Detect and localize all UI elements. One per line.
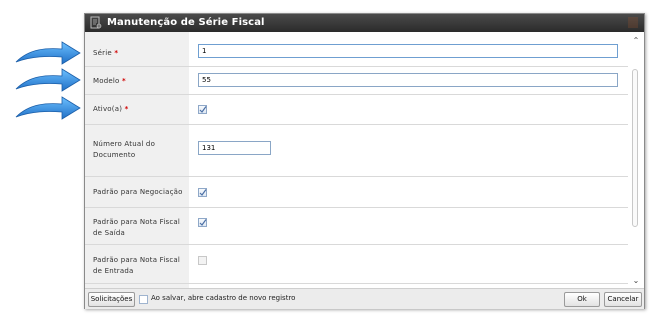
document-icon [90,16,102,29]
chevron-up-icon[interactable]: ⌃ [631,36,641,46]
padrao-negociacao-label: Padrão para Negociação [93,188,183,196]
checkmark-icon [199,189,207,196]
ativo-checkbox[interactable] [198,105,207,114]
serie-label: Série * [93,49,119,57]
numero-atual-input[interactable]: 131 [198,141,271,155]
novo-registro-checkbox[interactable] [139,295,148,304]
padrao-nf-saida-label: Padrão para Nota Fiscal de Saída [93,218,181,237]
pointer-arrow-icon [15,68,81,92]
row-numero-atual: Número Atual do Documento 131 [85,125,628,177]
form-area: Série * 1 Modelo * 55 Ativo(a) * Número … [85,32,644,288]
checkmark-icon [199,219,207,226]
required-mark: * [114,49,119,57]
chevron-down-icon[interactable]: ⌄ [631,276,641,286]
padrao-negociacao-checkbox[interactable] [198,188,207,197]
padrao-nf-entrada-checkbox[interactable] [198,256,207,265]
row-serie: Série * 1 [85,32,628,67]
modelo-input[interactable]: 55 [198,73,618,87]
padrao-nf-saida-checkbox[interactable] [198,218,207,227]
row-padrao-nf-saida: Padrão para Nota Fiscal de Saída [85,208,628,245]
numero-atual-label: Número Atual do Documento [93,140,156,159]
solicitacoes-button[interactable]: Solicitações [88,292,135,307]
checkmark-icon [199,106,207,113]
dialog-footer: Solicitações Ao salvar, abre cadastro de… [85,288,644,309]
scroll-thumb[interactable] [632,69,638,227]
pointer-arrow-icon [15,41,81,65]
dialog-titlebar[interactable]: Manutenção de Série Fiscal [85,14,644,32]
modelo-label: Modelo * [93,77,126,85]
padrao-nf-entrada-label: Padrão para Nota Fiscal de Entrada [93,256,181,275]
novo-registro-label: Ao salvar, abre cadastro de novo registr… [151,294,296,302]
vertical-scrollbar[interactable]: ⌃ ⌄ [628,32,644,288]
ativo-label: Ativo(a) * [93,105,129,113]
required-mark: * [124,105,129,113]
serie-input[interactable]: 1 [198,44,618,58]
row-padrao-negociacao: Padrão para Negociação [85,177,628,208]
pointer-arrow-icon [15,96,81,120]
row-modelo: Modelo * 55 [85,67,628,95]
row-padrao-nf-entrada: Padrão para Nota Fiscal de Entrada [85,245,628,284]
serie-fiscal-dialog: Manutenção de Série Fiscal Série * 1 Mod… [84,13,645,309]
stage: Manutenção de Série Fiscal Série * 1 Mod… [0,0,656,319]
close-icon[interactable] [628,17,638,28]
dialog-title: Manutenção de Série Fiscal [107,17,265,28]
required-mark: * [121,77,126,85]
cancelar-button[interactable]: Cancelar [604,292,642,307]
row-ativo: Ativo(a) * [85,95,628,125]
ok-button[interactable]: Ok [564,292,600,307]
